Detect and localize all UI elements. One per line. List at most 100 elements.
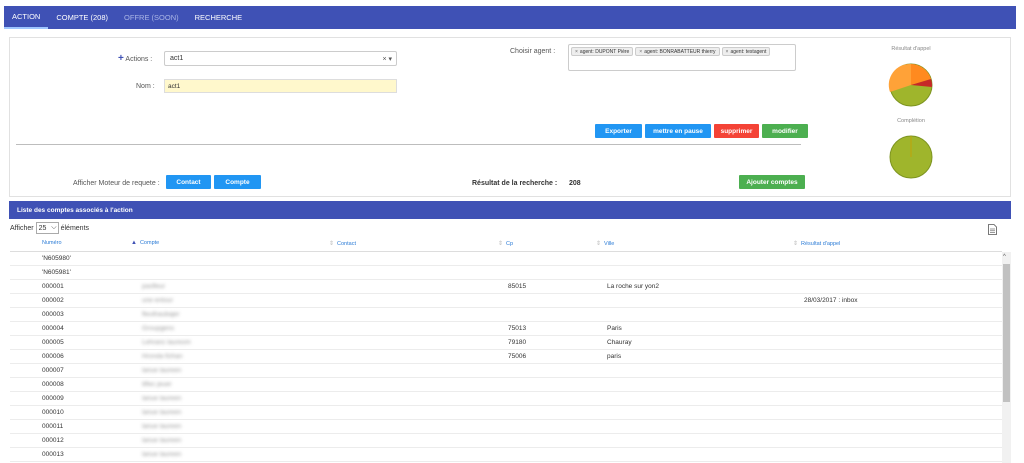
table-row[interactable]: 000004 Groupgens 75013 Paris <box>10 322 1002 336</box>
cell-compte: lanue laureen <box>142 437 182 444</box>
cell-numero: 'N605980' <box>42 255 71 262</box>
actions-select-value: act1 <box>170 55 184 62</box>
page-size-control: Afficher 25 ⌵ éléments <box>10 222 89 234</box>
scrollbar-thumb[interactable] <box>1003 264 1010 402</box>
contact-button[interactable]: Contact <box>166 175 211 189</box>
cell-compte: Lehranc laureom <box>142 339 191 346</box>
cell-compte: Hronda fizhan <box>142 353 183 360</box>
modifier-button[interactable]: modifier <box>762 124 808 138</box>
plus-icon[interactable]: + <box>118 53 124 64</box>
document-icon[interactable] <box>988 224 997 235</box>
cell-compte: une entour <box>142 297 174 304</box>
cell-compte: lanue laureen <box>142 409 182 416</box>
chip-remove-icon[interactable]: × <box>726 49 729 55</box>
cell-numero: 000006 <box>42 353 64 360</box>
cell-cp: 79180 <box>508 339 527 346</box>
table-row[interactable]: 000005 Lehranc laureom 79180 Chauray <box>10 336 1002 350</box>
table-row[interactable]: 'N605981' <box>10 266 1002 280</box>
table-row[interactable]: 000013 lanue laureen <box>10 448 1002 462</box>
cell-cp: 75013 <box>508 325 527 332</box>
table-row[interactable]: 000010 lanue laureen <box>10 406 1002 420</box>
cell-numero: 000013 <box>42 451 64 458</box>
table-row[interactable]: 000001 pasfleur 85015 La roche sur yon2 <box>10 280 1002 294</box>
resultat-appel-pie <box>888 63 933 107</box>
accounts-table: 'N605980' 'N605981' 000001 pasfleur 8501… <box>10 252 1002 463</box>
chip-remove-icon[interactable]: × <box>639 49 642 55</box>
elements-label: éléments <box>60 224 90 232</box>
table-row[interactable]: 000006 Hronda fizhan 75006 paris <box>10 350 1002 364</box>
pause-button[interactable]: mettre en pause <box>645 124 711 138</box>
sort-asc-icon: ▲ <box>131 240 137 246</box>
sort-icon: ⇕ <box>793 241 799 247</box>
tab-offre[interactable]: OFFRE (SOON) <box>116 6 187 29</box>
agent-chip: × agent: DUPONT Pière <box>571 47 634 56</box>
cell-compte: lanue laureen <box>142 423 182 430</box>
resultat-recherche-label: Résultat de la recherche : <box>472 180 558 187</box>
col-ville[interactable]: ⇕ Ville <box>596 240 614 248</box>
completion-pie <box>889 135 933 179</box>
col-cp[interactable]: ⇕ Cp <box>498 240 513 248</box>
table-scrollbar[interactable]: ^ <box>1002 252 1011 463</box>
sort-icon: ⇕ <box>329 241 335 247</box>
tab-action[interactable]: ACTION <box>4 6 49 29</box>
clear-icon[interactable]: × <box>382 56 386 63</box>
table-row[interactable]: 000012 lanue laureen <box>10 434 1002 448</box>
resultat-appel-label: Résultat d'appel <box>891 46 931 52</box>
nom-input-value: act1 <box>168 82 181 90</box>
supprimer-button[interactable]: supprimer <box>714 124 759 138</box>
col-compte[interactable]: ▲ Compte <box>131 240 159 246</box>
col-contact[interactable]: ⇕ Contact <box>329 240 356 248</box>
actions-select[interactable]: act1 × ▾ <box>164 51 397 66</box>
cell-numero: 000007 <box>42 367 64 374</box>
moteur-label: Afficher Moteur de requete : <box>73 180 160 187</box>
cell-compte: lanue laureen <box>142 395 182 402</box>
exporter-button[interactable]: Exporter <box>595 124 642 138</box>
tab-compte[interactable]: COMPTE (208) <box>48 6 116 29</box>
chevron-up-icon[interactable]: ^ <box>1003 254 1006 260</box>
table-row[interactable]: 000003 fleuthaubajer <box>10 308 1002 322</box>
chevron-down-icon[interactable]: ▾ <box>388 56 392 63</box>
cell-resultat: 28/03/2017 : inbox <box>804 297 858 304</box>
cell-compte: lanue laureen <box>142 367 182 374</box>
nom-input[interactable]: act1 <box>164 79 397 93</box>
tab-recherche[interactable]: RECHERCHE <box>187 6 251 29</box>
cell-ville: La roche sur yon2 <box>607 283 660 290</box>
chevron-down-icon: ⌵ <box>51 224 57 231</box>
agent-chip: × agent: BONRABATTEUR thierry <box>635 47 720 56</box>
sort-icon: ⇕ <box>498 241 504 247</box>
chip-remove-icon[interactable]: × <box>575 49 578 55</box>
actions-label: + Actions : <box>118 53 153 64</box>
table-row[interactable]: 000009 lanue laureen <box>10 392 1002 406</box>
cell-compte: Groupgens <box>142 325 175 332</box>
resultat-recherche-value: 208 <box>569 180 581 187</box>
cell-numero: 000001 <box>42 283 64 290</box>
table-row[interactable]: 000008 tiflec jeuer <box>10 378 1002 392</box>
sort-icon: ⇕ <box>596 241 602 247</box>
table-row[interactable]: 000011 lanue laureen <box>10 420 1002 434</box>
cell-numero: 000010 <box>42 409 64 416</box>
cell-numero: 000002 <box>42 297 64 304</box>
ajouter-comptes-button[interactable]: Ajouter comptes <box>739 175 805 189</box>
page-size-select[interactable]: 25 ⌵ <box>35 222 59 234</box>
actions-select-controls[interactable]: × ▾ <box>382 55 392 63</box>
action-panel: + Actions : act1 × ▾ Nom : act1 Choisir … <box>9 37 1011 197</box>
cell-compte: fleuthaubajer <box>142 311 180 318</box>
agent-multiselect[interactable]: × agent: DUPONT Pière × agent: BONRABATTEU… <box>568 44 796 71</box>
table-row[interactable]: 'N605980' <box>10 252 1002 266</box>
cell-compte: lanue laureen <box>142 451 182 458</box>
col-resultat[interactable]: ⇕ Résultat d'appel <box>793 240 840 248</box>
cell-cp: 85015 <box>508 283 527 290</box>
table-header: Numéro ▲ Compte ⇕ Contact ⇕ Cp ⇕ Ville ⇕ Résu… <box>10 236 1002 252</box>
cell-numero: 000012 <box>42 437 64 444</box>
table-row[interactable]: 000002 une entour 28/03/2017 : inbox <box>10 294 1002 308</box>
cell-ville: paris <box>607 353 622 360</box>
cell-numero: 000003 <box>42 311 64 318</box>
cell-ville: Chauray <box>607 339 632 346</box>
compte-button[interactable]: Compte <box>214 175 261 189</box>
col-numero[interactable]: Numéro <box>42 240 62 246</box>
nom-label: Nom : <box>136 83 155 90</box>
table-row[interactable]: 000007 lanue laureen <box>10 364 1002 378</box>
cell-numero: 000005 <box>42 339 64 346</box>
cell-numero: 000011 <box>42 423 64 430</box>
top-nav: ACTION COMPTE (208) OFFRE (SOON) RECHERC… <box>4 6 1016 29</box>
